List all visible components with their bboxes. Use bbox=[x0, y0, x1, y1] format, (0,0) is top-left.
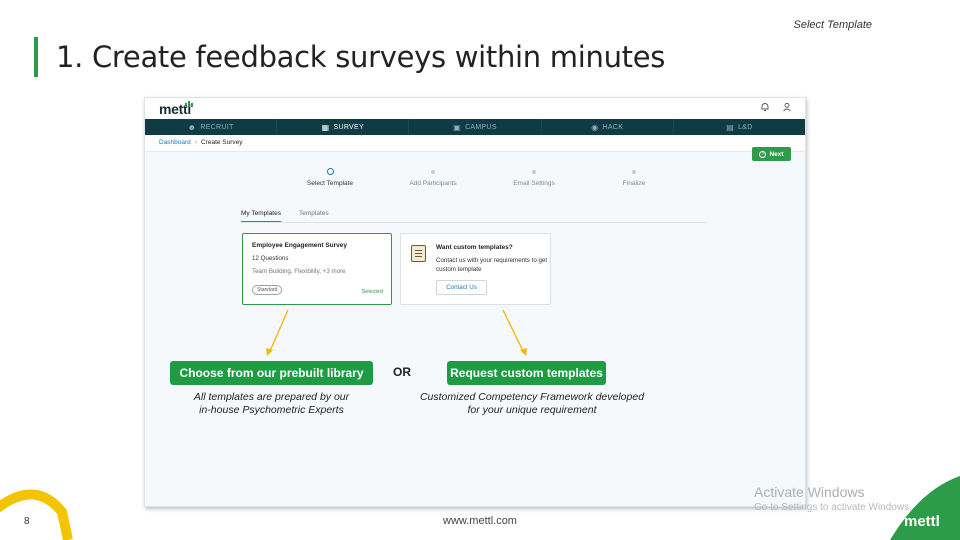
windows-watermark-title: Activate Windows bbox=[754, 484, 865, 500]
prebuilt-library-callout: Choose from our prebuilt library bbox=[170, 361, 373, 385]
footer-mettl-logo: mettl bbox=[904, 513, 940, 530]
callout-arrows bbox=[266, 309, 527, 356]
windows-watermark-subtitle: Go to Settings to activate Windows. bbox=[754, 502, 912, 513]
prebuilt-library-description: All templates are prepared by our in-hou… bbox=[170, 391, 373, 417]
or-separator: OR bbox=[393, 365, 411, 379]
desc-line: All templates are prepared by our bbox=[193, 391, 350, 403]
desc-line: for your unique requirement bbox=[467, 404, 597, 416]
title-accent-bar bbox=[34, 37, 38, 77]
custom-templates-callout: Request custom templates bbox=[447, 361, 606, 385]
arrow-right-line bbox=[502, 309, 524, 352]
custom-templates-description: Customized Competency Framework develope… bbox=[402, 391, 662, 417]
app-screenshot-panel: mettl ☻ RECRUIT ▦ SURVEY ▣ CAMPUS ◉ HACK… bbox=[144, 97, 806, 507]
slide-title: 1. Create feedback surveys within minute… bbox=[56, 40, 666, 74]
desc-line: in-house Psychometric Experts bbox=[199, 404, 344, 416]
footer-url: www.mettl.com bbox=[443, 515, 517, 527]
arrow-left-line bbox=[269, 309, 289, 352]
slide-section-label: Select Template bbox=[793, 19, 872, 31]
arrow-left-head bbox=[266, 348, 273, 356]
arrow-right-head bbox=[520, 348, 527, 356]
desc-line: Customized Competency Framework develope… bbox=[419, 391, 645, 403]
